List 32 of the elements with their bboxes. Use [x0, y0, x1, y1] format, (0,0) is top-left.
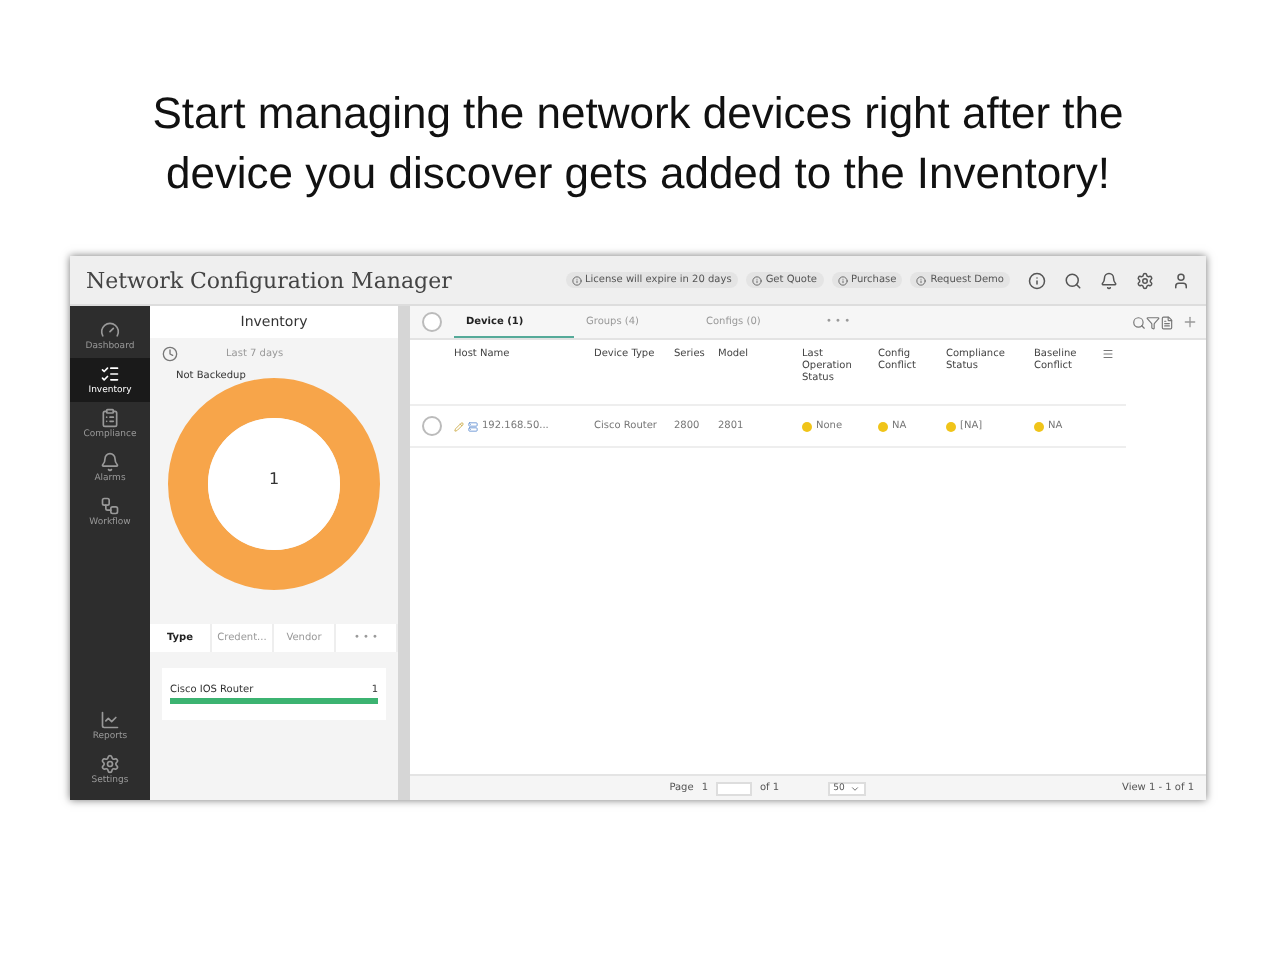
caret-icon	[850, 783, 861, 793]
sidebar-icon	[100, 408, 120, 428]
slide-heading: Start managing the network devices right after the device you discover gets added to the Inventory!	[150, 86, 1126, 202]
window-title: Network Configuration Manager	[86, 267, 454, 293]
sidebar-icon	[100, 320, 120, 340]
sidebar-icon	[100, 452, 120, 472]
sidebar-icon	[100, 496, 120, 516]
columns-icon[interactable]	[1102, 348, 1114, 360]
sidebar-icon	[100, 710, 120, 730]
bell-icon[interactable]	[1100, 271, 1118, 289]
clock-icon	[162, 346, 178, 362]
sidebar-icon	[100, 364, 120, 384]
filter-icon[interactable]	[1146, 315, 1160, 329]
search-icon[interactable]	[1132, 315, 1146, 329]
device-icon	[468, 421, 478, 431]
select-all-radio[interactable]	[422, 312, 442, 332]
donut-value: 1	[266, 470, 282, 488]
status-dot-icon	[802, 421, 812, 431]
document-icon[interactable]	[1160, 315, 1174, 329]
info-icon	[837, 275, 848, 285]
status-dot-icon	[1034, 421, 1044, 431]
user-icon[interactable]	[1172, 271, 1190, 289]
info-icon	[916, 275, 927, 285]
row-radio[interactable]	[422, 416, 442, 436]
settings-icon[interactable]	[1136, 271, 1154, 289]
page-input[interactable]	[716, 781, 752, 795]
sidebar-icon	[100, 754, 120, 774]
search-icon[interactable]	[1064, 271, 1082, 289]
info-icon	[751, 275, 762, 285]
status-dot-icon	[946, 421, 956, 431]
info-icon	[571, 275, 581, 285]
status-dot-icon	[878, 421, 888, 431]
